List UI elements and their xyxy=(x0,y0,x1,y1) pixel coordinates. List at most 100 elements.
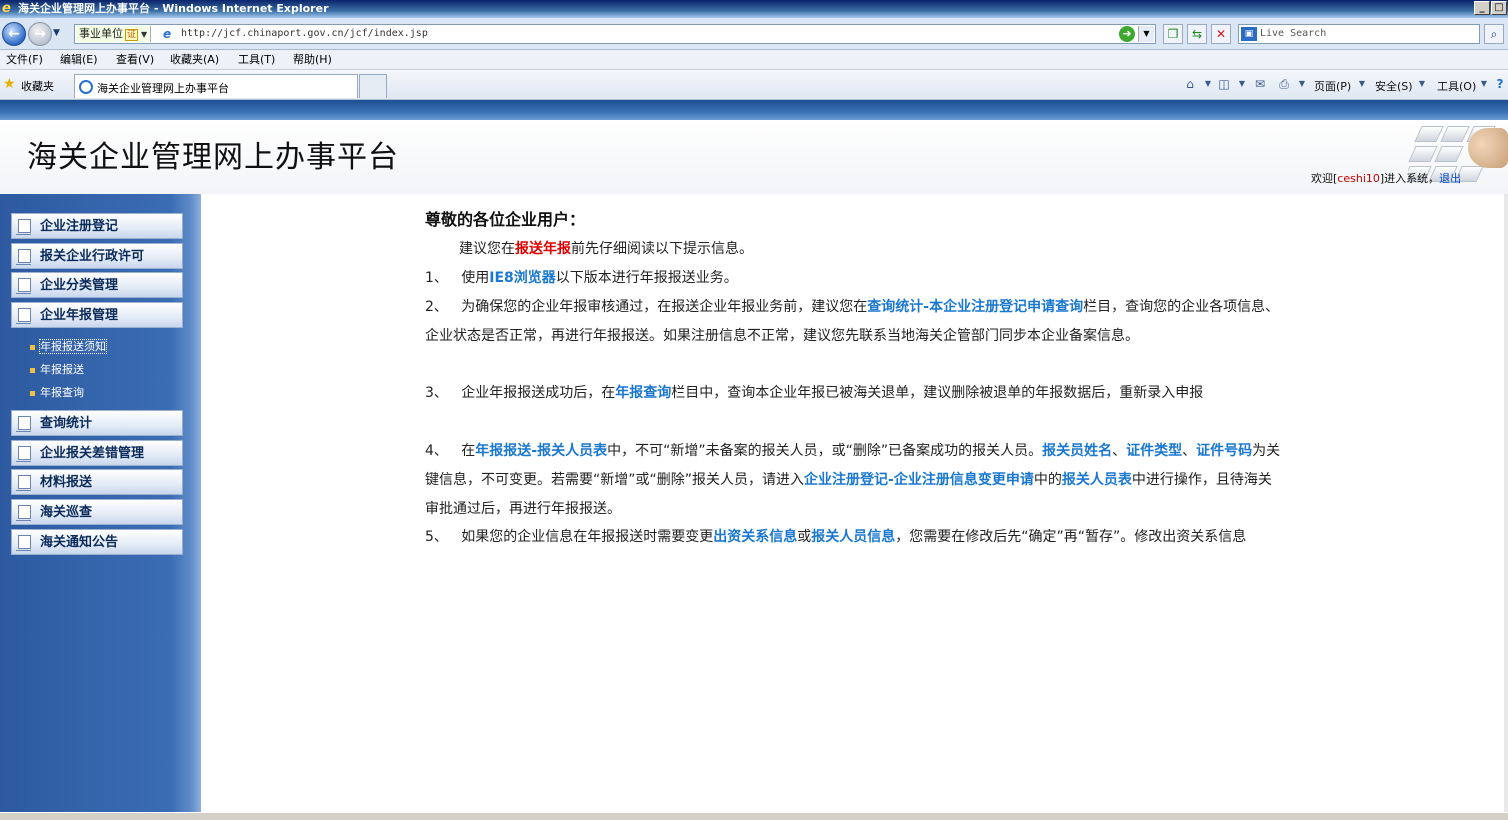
menu-favorites[interactable]: 收藏夹(A) xyxy=(170,53,219,67)
forward-button[interactable]: → xyxy=(28,22,52,46)
sidebar-item-label: 海关巡查 xyxy=(40,505,93,520)
sidebar-item-classification[interactable]: 企业分类管理 xyxy=(11,272,183,298)
sidebar-item-label: 企业报关差错管理 xyxy=(40,446,145,461)
menu-tools[interactable]: 工具(T) xyxy=(238,53,275,67)
chevron-down-icon[interactable]: ▼ xyxy=(1234,76,1250,92)
book-icon xyxy=(16,505,31,521)
book-icon xyxy=(16,535,31,551)
compatibility-view-button[interactable]: ❐ xyxy=(1163,24,1183,44)
ie-logo-icon: e xyxy=(2,1,11,16)
book-icon xyxy=(16,219,31,235)
sidebar-item-label: 企业分类管理 xyxy=(40,278,119,293)
sidebar-item-error-management[interactable]: 企业报关差错管理 xyxy=(11,440,183,466)
notice-item-2: 2、 为确保您的企业年报审核通过，在报送企业年报业务前，建议您在查询统计-本企业… xyxy=(425,299,1280,344)
window-titlebar: e 海关企业管理网上办事平台 - Windows Internet Explor… xyxy=(0,0,1508,18)
search-icon: ⌕ xyxy=(1490,27,1498,41)
stop-button[interactable]: ✕ xyxy=(1211,24,1231,44)
new-tab-button[interactable] xyxy=(359,74,387,98)
highlight-submit-report: 报送年报 xyxy=(515,241,571,257)
go-icon[interactable]: ➜ xyxy=(1119,26,1135,42)
welcome-message: 欢迎[ceshi10]进入系统，退出 xyxy=(1311,172,1462,185)
subitem-report-query[interactable]: 年报查询 xyxy=(30,386,84,400)
sidebar-item-label: 材料报送 xyxy=(40,475,93,490)
feeds-icon[interactable]: ◫ xyxy=(1216,76,1232,92)
sidebar-item-label: 企业年报管理 xyxy=(40,308,119,323)
url-text[interactable]: http://jcf.chinaport.gov.cn/jcf/index.js… xyxy=(181,26,428,42)
print-icon[interactable]: ⎙ xyxy=(1276,76,1292,92)
mail-icon[interactable]: ✉ xyxy=(1252,76,1268,92)
notice-item-4: 4、 在年报报送-报关人员表中，不可“新增”未备案的报关人员，或“删除”已备案成… xyxy=(425,443,1281,517)
chevron-down-icon[interactable]: ▼ xyxy=(1414,76,1430,92)
book-icon xyxy=(16,475,31,491)
greeting-heading: 尊敬的各位企业用户： xyxy=(425,210,586,229)
favorites-button[interactable]: 收藏夹 xyxy=(21,78,54,94)
sidebar-item-label: 查询统计 xyxy=(40,416,93,431)
highlight-broker-name: 报关员姓名 xyxy=(1042,443,1113,459)
sidebar-item-query-stats[interactable]: 查询统计 xyxy=(11,410,183,436)
sidebar-item-admin-license[interactable]: 报关企业行政许可 xyxy=(11,243,183,269)
username: ceshi10 xyxy=(1337,172,1380,185)
help-icon[interactable]: ? xyxy=(1492,76,1508,92)
chevron-down-icon: ▼ xyxy=(141,30,148,39)
favorites-star-icon[interactable]: ★ xyxy=(3,77,16,91)
link-change-application[interactable]: 企业注册登记-企业注册信息变更申请 xyxy=(804,472,1034,488)
highlight-personnel-info: 报关人员信息 xyxy=(811,529,896,545)
address-field[interactable]: 事业单位证 ▼ e http://jcf.chinaport.gov.cn/jcf… xyxy=(74,24,1156,44)
chevron-down-icon[interactable]: ▼ xyxy=(1294,76,1310,92)
refresh-button[interactable]: ⇆ xyxy=(1187,24,1207,44)
minimize-button[interactable]: _ xyxy=(1474,1,1490,15)
loading-icon xyxy=(79,80,93,94)
back-button[interactable]: ← xyxy=(2,22,26,46)
site-title: 海关企业管理网上办事平台 xyxy=(27,140,399,175)
menu-bar: 文件(F) 编辑(E) 查看(V) 收藏夹(A) 工具(T) 帮助(H) xyxy=(0,50,1508,70)
highlight-id-type: 证件类型 xyxy=(1126,443,1183,459)
address-dropdown-icon[interactable]: ▼ xyxy=(1138,26,1154,42)
menu-help[interactable]: 帮助(H) xyxy=(293,53,332,67)
sidebar: 企业注册登记 报关企业行政许可 企业分类管理 企业年报管理 年报报送须知 年报报… xyxy=(0,194,201,812)
sidebar-item-annual-report[interactable]: 企业年报管理 xyxy=(11,302,183,328)
tools-menu[interactable]: 工具(O) xyxy=(1437,78,1476,94)
sidebar-item-notices[interactable]: 海关通知公告 xyxy=(11,529,183,555)
book-icon xyxy=(16,308,31,324)
compatibility-icon: ❐ xyxy=(1167,27,1179,41)
browser-tab[interactable]: 海关企业管理网上办事平台 xyxy=(74,74,358,98)
highlight-ie8: IE8浏览器 xyxy=(489,270,556,286)
home-icon[interactable]: ⌂ xyxy=(1182,76,1198,92)
notice-item-3: 3、 企业年报报送成功后，在年报查询栏目中，查询本企业年报已被海关退单，建议删除… xyxy=(425,385,1204,401)
bullet-icon xyxy=(30,344,35,350)
link-personnel-table[interactable]: 报关人员表 xyxy=(1062,472,1132,488)
safety-menu[interactable]: 安全(S) xyxy=(1375,78,1413,94)
chevron-down-icon[interactable]: ▼ xyxy=(1354,76,1370,92)
chevron-down-icon[interactable]: ▼ xyxy=(1200,76,1216,92)
forward-arrow-icon: → xyxy=(34,26,46,42)
menu-edit[interactable]: 编辑(E) xyxy=(60,53,98,67)
sidebar-item-materials[interactable]: 材料报送 xyxy=(11,469,183,495)
link-report-query[interactable]: 年报查询 xyxy=(615,385,671,401)
logout-link[interactable]: 退出 xyxy=(1439,172,1461,185)
page-menu[interactable]: 页面(P) xyxy=(1314,78,1351,94)
sidebar-item-enterprise-registration[interactable]: 企业注册登记 xyxy=(11,213,183,239)
sidebar-item-inspection[interactable]: 海关巡查 xyxy=(11,499,183,525)
back-arrow-icon: ← xyxy=(8,26,20,42)
menu-view[interactable]: 查看(V) xyxy=(116,53,154,67)
search-placeholder: Live Search xyxy=(1260,28,1327,39)
main-content: 尊敬的各位企业用户： 建议您在报送年报前先仔细阅读以下提示信息。 1、 使用IE… xyxy=(201,194,1508,812)
scrollbar[interactable] xyxy=(1504,194,1508,812)
book-icon xyxy=(16,249,31,265)
refresh-icon: ⇆ xyxy=(1191,27,1203,41)
notice-item-5: 5、 如果您的企业信息在年报报送时需要变更出资关系信息或报关人员信息，您需要在修… xyxy=(425,529,1247,545)
subitem-report-submit[interactable]: 年报报送 xyxy=(30,363,84,377)
maximize-button[interactable]: □ xyxy=(1491,1,1507,15)
status-bar xyxy=(0,812,1508,820)
sidebar-item-label: 企业注册登记 xyxy=(40,219,119,234)
subitem-report-notice[interactable]: 年报报送须知 xyxy=(30,339,107,354)
search-button[interactable]: ⌕ xyxy=(1484,24,1504,44)
search-input[interactable]: ▣ Live Search xyxy=(1238,24,1480,44)
notice-item-1: 1、 使用IE8浏览器以下版本进行年报报送业务。 xyxy=(425,270,738,286)
site-category[interactable]: 事业单位证 ▼ xyxy=(76,26,152,42)
link-report-personnel[interactable]: 年报报送-报关人员表 xyxy=(475,443,607,459)
history-dropdown-icon[interactable]: ▼ xyxy=(53,28,60,38)
menu-file[interactable]: 文件(F) xyxy=(6,53,43,67)
link-registration-query[interactable]: 查询统计-本企业注册登记申请查询 xyxy=(867,299,1083,315)
chevron-down-icon[interactable]: ▼ xyxy=(1476,76,1492,92)
